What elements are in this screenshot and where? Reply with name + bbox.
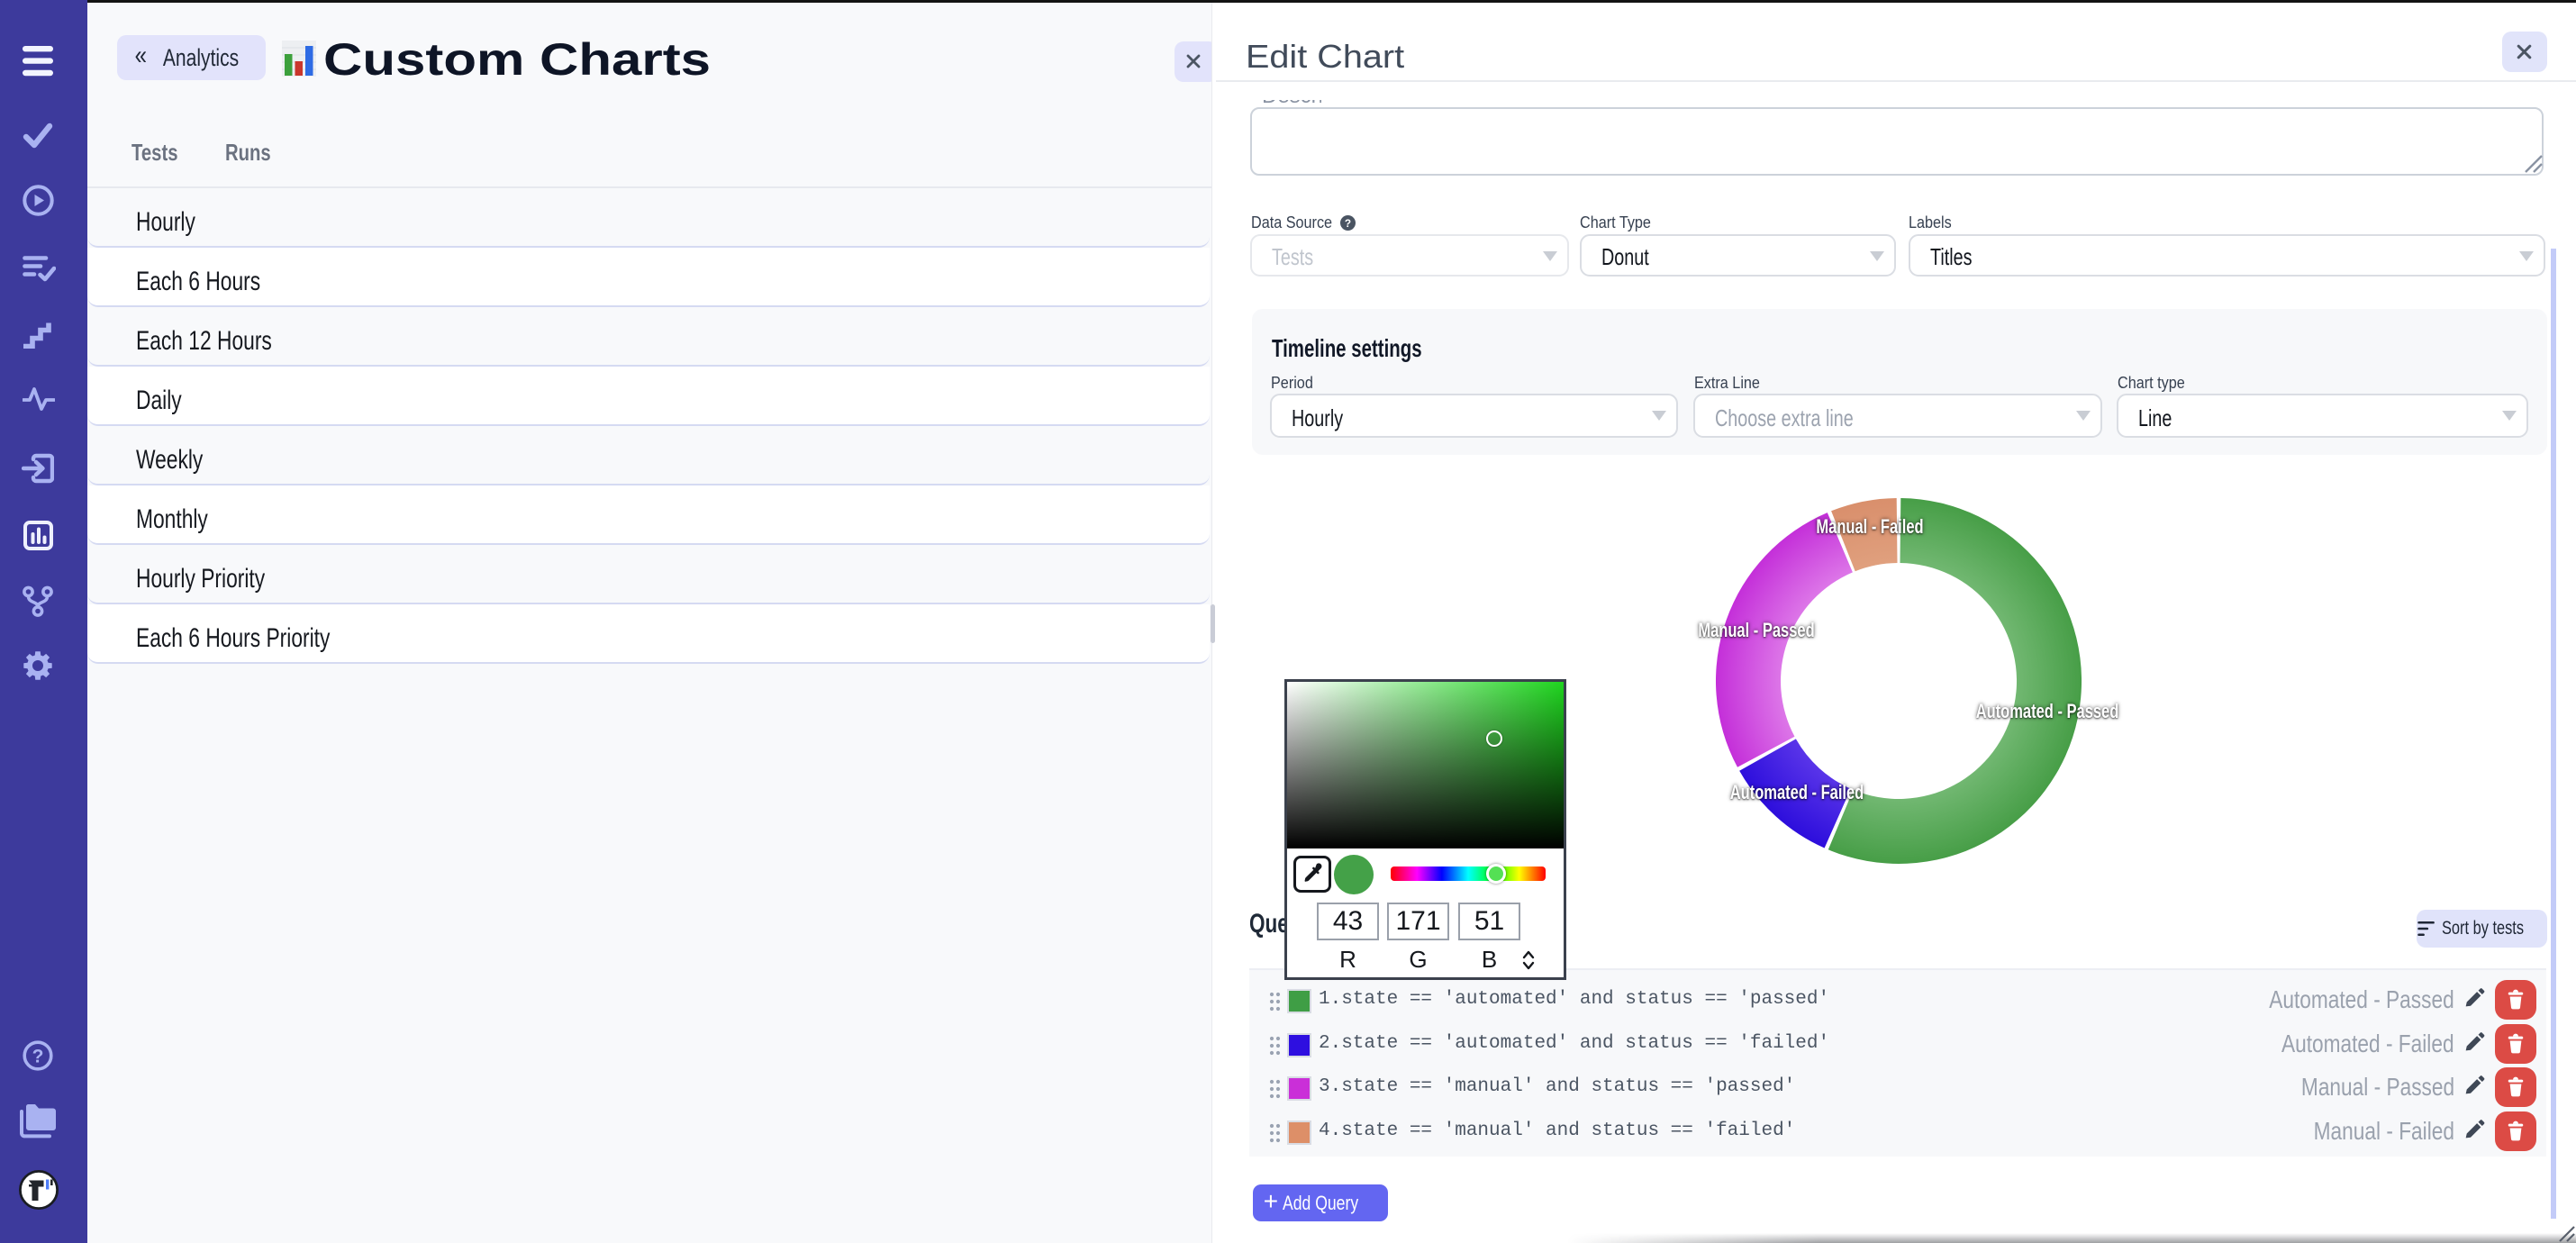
svg-text:?: ?: [1345, 218, 1351, 230]
svg-text:?: ?: [32, 1047, 44, 1067]
